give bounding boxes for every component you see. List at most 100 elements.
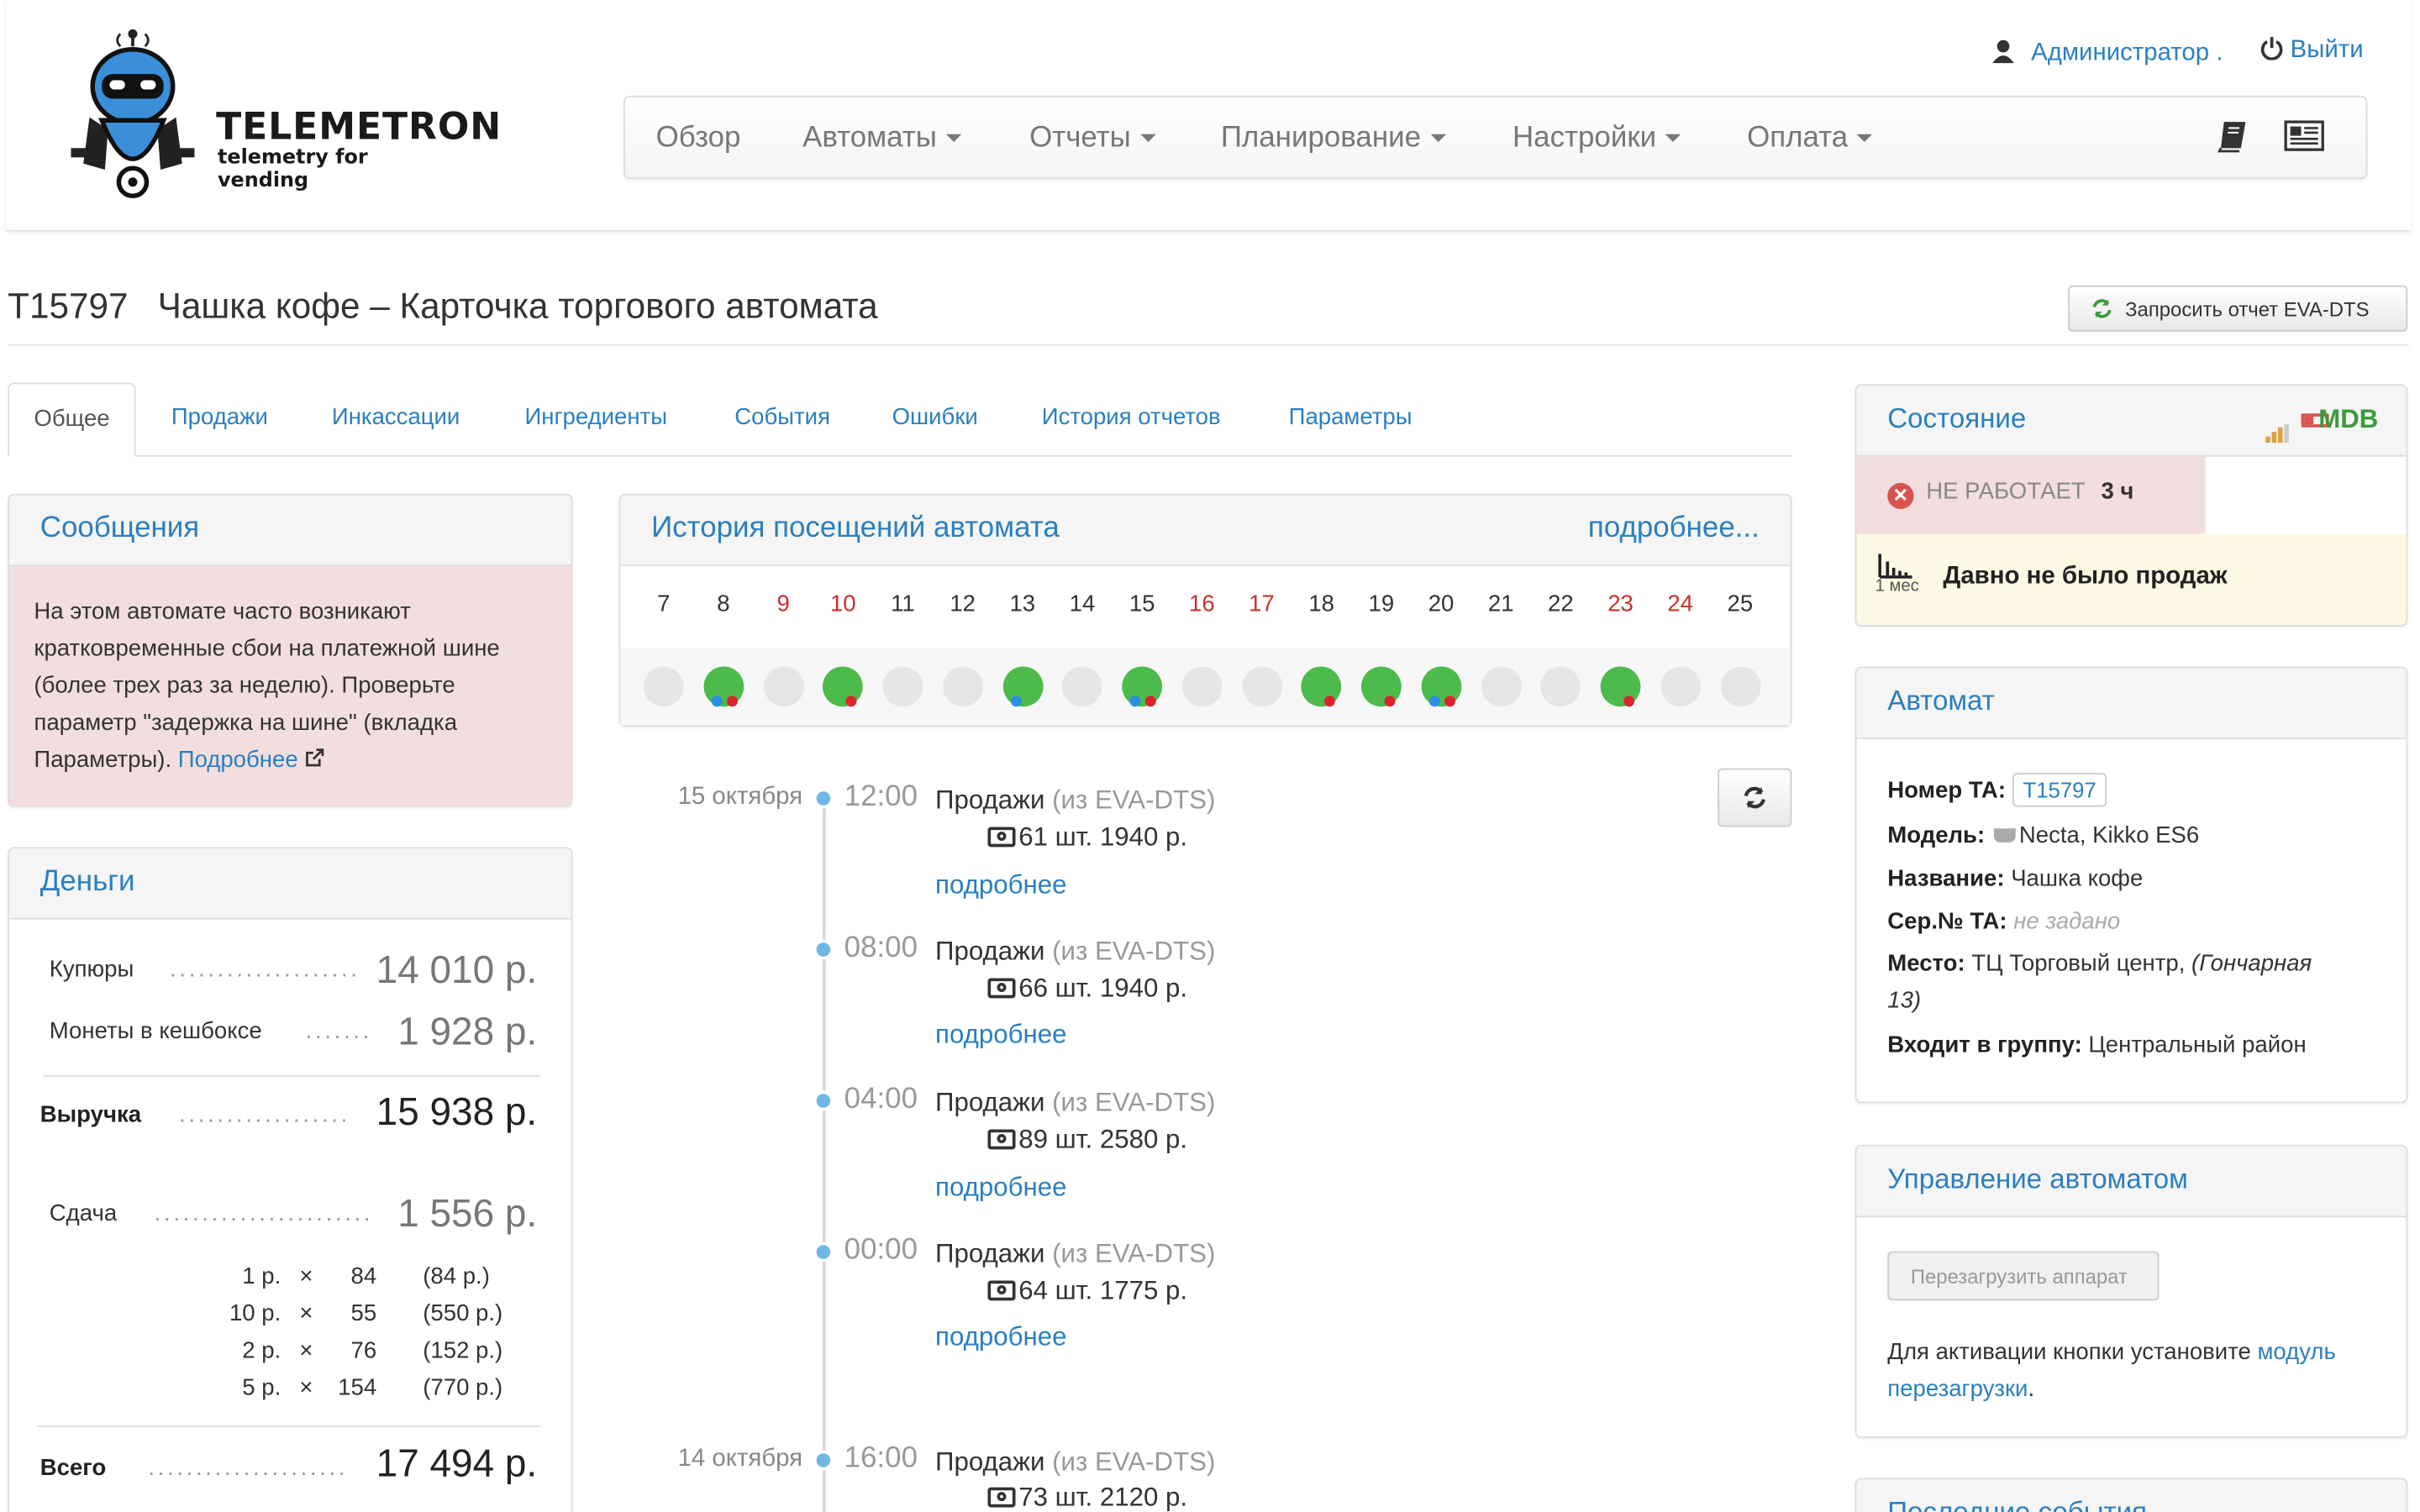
visit-day-label: 10 — [829, 591, 856, 617]
timeline-time: 16:00 — [844, 1442, 918, 1475]
nav-reports[interactable]: Отчеты — [1029, 122, 1156, 155]
visit-sub-dot-blue — [1010, 696, 1021, 707]
message-more-link[interactable]: Подробнее — [178, 747, 324, 773]
nav-machines-label[interactable]: Автоматы — [802, 122, 937, 155]
visit-dot-active[interactable] — [1421, 666, 1461, 707]
tab-ingredients[interactable]: Ингредиенты — [524, 383, 667, 457]
tab-errors[interactable]: Ошибки — [892, 383, 978, 457]
message-more-label[interactable]: Подробнее — [178, 747, 298, 773]
visit-history-more-link[interactable]: подробнее... — [1588, 512, 1760, 546]
visit-dot-empty — [643, 666, 684, 707]
request-eva-dts-label[interactable]: Запросить отчет EVA-DTS — [2125, 297, 2369, 321]
machine-title: Автомат — [1856, 668, 2407, 739]
visit-dot-active[interactable] — [1360, 666, 1402, 707]
user-menu[interactable]: Администратор . — [1991, 39, 2223, 68]
nav-planning[interactable]: Планирование — [1221, 122, 1446, 155]
logo[interactable]: TELEMETRON telemetry for vending — [68, 28, 501, 199]
money-icon — [987, 1487, 1016, 1508]
nav-overview[interactable]: Обзор — [656, 122, 741, 155]
visit-dot-active[interactable] — [1600, 666, 1641, 707]
visit-dot-active[interactable] — [703, 666, 744, 707]
coin-multiplier: × — [299, 1337, 313, 1364]
nav-reports-label[interactable]: Отчеты — [1029, 122, 1131, 155]
tab-report-history[interactable]: История отчетов — [1042, 383, 1221, 457]
visit-dot-active[interactable] — [1002, 666, 1043, 707]
total-value: 17 494 р. — [376, 1442, 538, 1486]
timeline-more-link[interactable]: подробнее — [935, 1020, 1066, 1051]
timeline-bullet — [813, 788, 834, 809]
machine-place-row-2: 13) — [1887, 987, 1921, 1013]
machine-model-label: Модель: — [1887, 822, 1986, 849]
logout-label[interactable]: Выйти — [2291, 37, 2364, 63]
coin-multiplier: × — [299, 1263, 313, 1290]
user-name[interactable]: Администратор . — [2031, 40, 2223, 66]
visit-history-title: История посещений автомата — [651, 512, 1060, 545]
state-not-working-badge: ✕ НЕ РАБОТАЕТ 3 ч — [1856, 456, 2206, 534]
machine-place-address-2: 13) — [1887, 987, 1922, 1014]
timeline-summary: 89 шт. 2580 р. — [987, 1125, 1187, 1156]
coin-nominal: 1 р. — [242, 1263, 281, 1290]
nav-payment-label[interactable]: Оплата — [1747, 122, 1848, 155]
machine-panel: Автомат Номер ТА: T15797 Модель: Necta, … — [1854, 666, 2408, 1104]
machine-name-label: Название: — [1887, 865, 2005, 892]
reboot-button[interactable]: Перезагрузить аппарат — [1887, 1251, 2160, 1301]
visit-day-label: 18 — [1308, 591, 1334, 617]
dot-leader: ......................... — [154, 1200, 371, 1227]
tab-events[interactable]: События — [734, 383, 830, 457]
visit-day-label: 17 — [1249, 591, 1275, 617]
machine-serial-label: Сер.№ ТА: — [1887, 908, 2007, 936]
timeline-title-text: Продажи — [935, 936, 1045, 966]
caret-down-icon — [1139, 134, 1156, 143]
caret-down-icon — [1665, 134, 1681, 143]
machine-place-value: ТЦ Торговый центр, — [1971, 950, 2186, 977]
visit-sub-dot-red — [1384, 696, 1396, 707]
timeline-title: Продажи (из EVA-DTS) — [935, 1447, 1215, 1478]
machine-name-value: Чашка кофе — [2011, 865, 2144, 892]
visit-day-label: 16 — [1189, 591, 1215, 617]
tab-sales[interactable]: Продажи — [171, 383, 268, 457]
nav-overview-label[interactable]: Обзор — [656, 122, 741, 155]
user-icon — [1992, 39, 2014, 64]
machine-place-row: Место: ТЦ Торговый центр, (Гончарная — [1887, 950, 2312, 976]
timeline-source: (из EVA-DTS) — [1052, 785, 1216, 815]
tab-parameters[interactable]: Параметры — [1289, 383, 1413, 457]
request-eva-dts-button[interactable]: Запросить отчет EVA-DTS — [2068, 285, 2408, 332]
last-events-panel: Последние события — [1854, 1478, 2408, 1512]
visit-day-label: 7 — [657, 591, 671, 617]
power-icon — [2260, 37, 2283, 60]
book-icon[interactable] — [2215, 118, 2258, 158]
nav-planning-label[interactable]: Планирование — [1221, 122, 1421, 155]
machine-group-value: Центральный район — [2088, 1032, 2307, 1058]
reboot-module-link-2[interactable]: перезагрузки — [1887, 1376, 2028, 1402]
timeline-more-link[interactable]: подробнее — [935, 1322, 1066, 1353]
visit-dot-empty — [1181, 666, 1223, 707]
newspaper-icon[interactable] — [2282, 118, 2325, 158]
visit-dot-active[interactable] — [1122, 666, 1163, 707]
visit-sub-dot-red — [726, 696, 738, 707]
timeline-summary-text: 66 шт. 1940 р. — [1018, 973, 1188, 1003]
robot-logo-icon — [71, 29, 195, 199]
last-events-title: Последние события — [1856, 1479, 2407, 1512]
timeline-time: 00:00 — [844, 1234, 918, 1267]
visit-dot-empty — [763, 666, 804, 707]
machine-number-tag[interactable]: T15797 — [2012, 773, 2107, 807]
visit-dot-empty — [942, 666, 983, 707]
tab-collections[interactable]: Инкассации — [332, 383, 460, 457]
nav-payment[interactable]: Оплата — [1747, 122, 1873, 155]
state-title: Состояние — [1887, 402, 2027, 434]
timeline-more-link[interactable]: подробнее — [935, 870, 1066, 901]
timeline-refresh-button[interactable] — [1718, 768, 1792, 827]
tab-general[interactable]: Общее — [8, 382, 136, 457]
timeline-title: Продажи (из EVA-DTS) — [935, 785, 1215, 816]
nav-machines[interactable]: Автоматы — [802, 122, 962, 155]
timeline-more-link[interactable]: подробнее — [935, 1173, 1066, 1204]
reboot-module-link[interactable]: модуль — [2257, 1339, 2335, 1365]
visit-day-label: 19 — [1368, 591, 1395, 617]
refresh-icon — [2092, 299, 2112, 318]
logout-link[interactable]: Выйти — [2260, 35, 2364, 65]
coin-sum: (84 р.) — [423, 1263, 490, 1290]
external-link-icon — [306, 748, 324, 767]
visit-day-label: 14 — [1069, 591, 1096, 617]
nav-settings[interactable]: Настройки — [1512, 122, 1681, 155]
nav-settings-label[interactable]: Настройки — [1512, 122, 1656, 155]
